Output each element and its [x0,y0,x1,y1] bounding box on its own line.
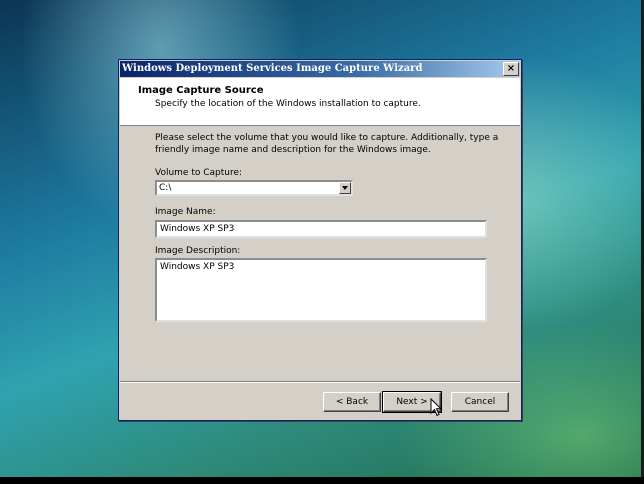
window-title: Windows Deployment Services Image Captur… [122,63,423,74]
dropdown-button[interactable] [339,182,351,194]
chevron-down-icon [342,186,348,190]
image-name-value: Windows XP SP3 [160,224,235,234]
instructions-text: Please select the volume that you would … [155,133,499,155]
wizard-window: Windows Deployment Services Image Captur… [118,59,522,421]
footer-divider [120,381,520,383]
volume-label: Volume to Capture: [155,168,243,178]
wizard-header: Image Capture Source Specify the locatio… [120,78,520,126]
close-button[interactable]: × [503,62,519,76]
image-description-textarea[interactable]: Windows XP SP3 [155,258,487,322]
back-button[interactable]: < Back [323,392,381,412]
screen-edge-bottom [0,477,644,484]
title-bar[interactable]: Windows Deployment Services Image Captur… [120,61,520,77]
image-name-input[interactable]: Windows XP SP3 [155,220,487,238]
page-subtitle: Specify the location of the Windows inst… [155,99,421,109]
image-description-label: Image Description: [155,246,241,256]
volume-value: C:\ [159,183,172,193]
volume-dropdown[interactable]: C:\ [155,180,353,196]
image-name-label: Image Name: [155,207,216,217]
close-icon: × [506,63,516,74]
page-title: Image Capture Source [138,85,264,96]
mouse-pointer-icon [430,398,443,417]
cancel-button[interactable]: Cancel [451,392,509,412]
image-description-value: Windows XP SP3 [160,262,235,272]
